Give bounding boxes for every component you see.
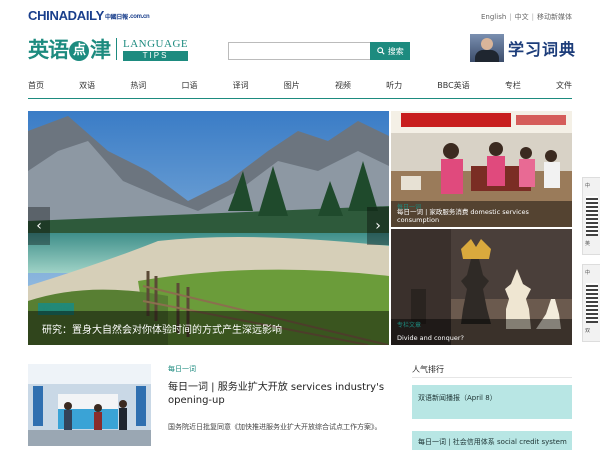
nav-item-spoken[interactable]: 口语 [181, 80, 197, 98]
chinadaily-logo-main: CHINADAILY [28, 8, 104, 23]
brand-cn-right: 津 [90, 38, 111, 62]
tile-caption: Divide and conquer? [397, 334, 464, 342]
chinadaily-logo-domain: .com.cn [128, 13, 150, 20]
nav-item-bilingual[interactable]: 双语 [79, 80, 95, 98]
avatar [470, 34, 504, 62]
dictionary-title: 学习词典 [508, 40, 577, 59]
divider: | [509, 13, 512, 21]
link-mobile[interactable]: 移动新媒体 [537, 13, 572, 21]
floating-qr-panel[interactable]: 中 英 [582, 177, 600, 255]
divider [412, 377, 572, 378]
hero-image [28, 111, 389, 345]
ranking-title: 人气排行 [412, 365, 444, 374]
nav-item-pictures[interactable]: 图片 [284, 80, 300, 98]
search-bar: 搜索 [228, 42, 410, 60]
hero-slider[interactable]: 双语新闻 研究：置身大自然会对你体验时间的方式产生深远影响 ‹ › [28, 111, 389, 345]
tile-tag: 专栏文章 [397, 322, 422, 329]
nav-item-listening[interactable]: 听力 [386, 80, 402, 98]
ranking-item-label: 双语新闻播报（April 8） [418, 394, 497, 402]
article-summary: 国务院近日批复同意《加快推进服务业扩大开放综合试点工作方案》。 [168, 423, 382, 431]
search-input[interactable] [228, 42, 372, 60]
hero-caption-bar: 研究：置身大自然会对你体验时间的方式产生深远影响 [28, 311, 389, 345]
brand-en-top: LANGUAGE [123, 37, 189, 50]
thumbnail-image [28, 364, 151, 446]
search-button[interactable]: 搜索 [370, 42, 410, 60]
article-tag[interactable]: 每日一词 [168, 364, 196, 374]
qr-label-top: 中 [585, 270, 591, 276]
link-chinese[interactable]: 中文 [515, 13, 529, 21]
chinadaily-logo[interactable]: CHINADAILY中國日報.com.cn [28, 8, 150, 23]
article-thumbnail[interactable] [28, 364, 151, 446]
ranking-item[interactable]: 每日一词 | 社会信用体系 social credit system [412, 431, 572, 450]
learning-dictionary-banner[interactable]: 学习词典 [470, 34, 576, 62]
article-title[interactable]: 每日一词 | 服务业扩大开放 services industry's openi… [168, 381, 394, 407]
brand-cn: 英语点津 [28, 34, 111, 64]
brand-en: LANGUAGE TIPS [123, 37, 189, 61]
nav-item-home[interactable]: 首页 [28, 80, 44, 98]
qr-label-top: 中 [585, 183, 591, 189]
feature-tile-domestic-services[interactable]: 每日一词 每日一词 | 家政服务消费 domestic services con… [391, 111, 572, 227]
next-arrow-icon[interactable]: › [367, 207, 389, 245]
ranking-item[interactable]: 双语新闻播报（April 8） [412, 385, 572, 419]
brand-cn-left: 英语 [28, 38, 69, 62]
divider: | [531, 13, 534, 21]
main-nav: 首页 双语 热词 口语 译词 图片 视频 听力 BBC英语 专栏 文件 [28, 80, 572, 98]
nav-item-columns[interactable]: 专栏 [505, 80, 521, 98]
top-bar: CHINADAILY中國日報.com.cn English | 中文 | 移动新媒体 [0, 0, 600, 30]
brand-cn-dot: 点 [69, 41, 89, 61]
qr-code-icon [586, 283, 598, 323]
link-english[interactable]: English [481, 13, 506, 21]
qr-label-bottom: 双 [585, 328, 591, 334]
language-tips-logo[interactable]: 英语点津 LANGUAGE TIPS [28, 34, 189, 64]
search-button-label: 搜索 [387, 46, 404, 56]
hero-caption[interactable]: 研究：置身大自然会对你体验时间的方式产生深远影响 [42, 321, 282, 336]
feature-tile-divide-and-conquer[interactable]: 专栏文章 Divide and conquer? [391, 229, 572, 345]
search-icon [376, 47, 385, 55]
divider [28, 98, 572, 99]
qr-code-icon [586, 196, 598, 236]
nav-item-translation[interactable]: 译词 [233, 80, 249, 98]
nav-item-video[interactable]: 视频 [335, 80, 351, 98]
tile-caption: 每日一词 | 家政服务消费 domestic services consumpt… [397, 208, 529, 224]
nav-item-documents[interactable]: 文件 [556, 80, 572, 98]
divider [116, 38, 117, 60]
top-links: English | 中文 | 移动新媒体 [481, 12, 572, 22]
nav-item-bbc[interactable]: BBC英语 [437, 80, 469, 98]
brand-en-bottom: TIPS [123, 50, 189, 61]
nav-item-hot-words[interactable]: 热词 [130, 80, 146, 98]
ranking-item-label: 每日一词 | 社会信用体系 social credit system [418, 438, 567, 446]
prev-arrow-icon[interactable]: ‹ [28, 207, 50, 245]
floating-qr-panel[interactable]: 中 双 [582, 264, 600, 342]
chinadaily-logo-sub: 中國日報 [104, 15, 128, 22]
qr-label-bottom: 英 [585, 241, 591, 247]
